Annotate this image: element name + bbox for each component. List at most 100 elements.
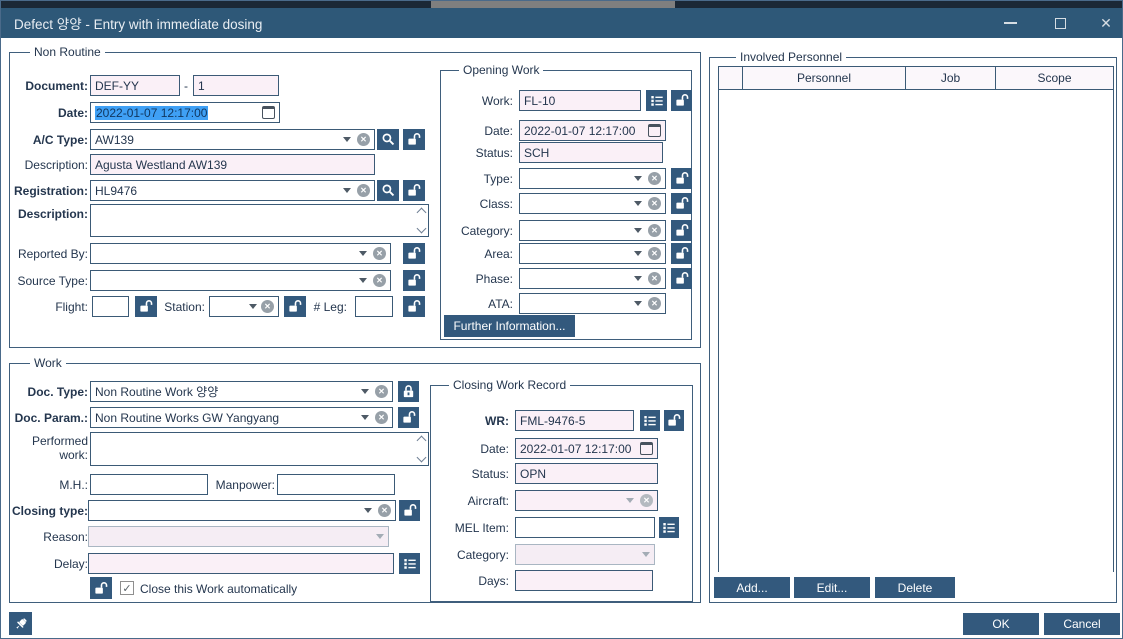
maximize-button[interactable] <box>1044 8 1076 38</box>
days-field[interactable] <box>515 570 653 591</box>
ok-button[interactable]: OK <box>963 613 1039 635</box>
chevron-down-icon[interactable] <box>361 415 369 420</box>
scroll-up-icon[interactable] <box>417 436 427 446</box>
doc-type-combobox[interactable]: Non Routine Work 양양 <box>90 381 393 402</box>
closing-date-field[interactable]: 2022-01-07 12:17:00 <box>515 438 658 459</box>
clear-icon[interactable] <box>648 224 661 237</box>
scroll-down-icon[interactable] <box>417 453 427 463</box>
type-combobox[interactable] <box>519 168 666 189</box>
chevron-down-icon[interactable] <box>634 251 642 256</box>
auto-close-lock-button[interactable] <box>90 577 112 599</box>
doc-type-lock-button[interactable] <box>398 381 419 402</box>
ata-combobox[interactable] <box>519 293 666 314</box>
chevron-down-icon[interactable] <box>364 508 372 513</box>
station-lock-button[interactable] <box>284 296 306 317</box>
type-lock-button[interactable] <box>671 168 692 189</box>
leg-lock-button[interactable] <box>403 296 425 317</box>
chevron-down-icon[interactable] <box>359 251 367 256</box>
clear-icon[interactable] <box>648 297 661 310</box>
class-combobox[interactable] <box>519 193 666 214</box>
performed-work-textarea[interactable] <box>90 432 429 466</box>
mel-item-list-button[interactable] <box>659 517 679 538</box>
add-button[interactable]: Add... <box>714 577 790 598</box>
doc-param-combobox[interactable]: Non Routine Works GW Yangyang <box>90 407 393 428</box>
calendar-icon[interactable] <box>262 106 275 119</box>
closing-type-lock-button[interactable] <box>399 500 420 521</box>
registration-lock-button[interactable] <box>403 180 425 201</box>
registration-search-button[interactable] <box>377 180 399 201</box>
calendar-icon[interactable] <box>648 124 661 137</box>
flight-field[interactable] <box>92 296 129 317</box>
work-lock-button[interactable] <box>671 90 692 111</box>
chevron-down-icon[interactable] <box>361 389 369 394</box>
category-combobox[interactable] <box>519 220 666 241</box>
mel-item-field[interactable] <box>515 517 655 538</box>
scroll-down-icon[interactable] <box>417 224 427 234</box>
job-column-header[interactable]: Job <box>906 67 996 89</box>
chevron-down-icon[interactable] <box>634 276 642 281</box>
clear-icon[interactable] <box>378 504 391 517</box>
station-combobox[interactable] <box>209 296 279 317</box>
close-button[interactable] <box>1090 8 1122 38</box>
scroll-up-icon[interactable] <box>417 208 427 218</box>
area-lock-button[interactable] <box>671 243 692 264</box>
clear-icon[interactable] <box>648 172 661 185</box>
personnel-column-header[interactable]: Personnel <box>743 67 906 89</box>
scope-column-header[interactable]: Scope <box>996 67 1113 89</box>
mh-field[interactable] <box>90 474 208 495</box>
minimize-button[interactable] <box>994 8 1026 38</box>
flight-lock-button[interactable] <box>135 296 157 317</box>
class-lock-button[interactable] <box>671 193 692 214</box>
clear-icon[interactable] <box>648 197 661 210</box>
area-combobox[interactable] <box>519 243 666 264</box>
delete-button[interactable]: Delete <box>875 577 955 598</box>
delay-list-button[interactable] <box>399 553 420 574</box>
clear-icon[interactable] <box>373 274 386 287</box>
clear-icon[interactable] <box>375 411 388 424</box>
ac-type-search-button[interactable] <box>377 129 399 150</box>
chevron-down-icon[interactable] <box>634 176 642 181</box>
wr-field[interactable]: FML-9476-5 <box>515 410 634 431</box>
calendar-icon[interactable] <box>640 442 653 455</box>
chevron-down-icon[interactable] <box>343 188 351 193</box>
clear-icon[interactable] <box>373 247 386 260</box>
document-number-field[interactable]: 1 <box>193 75 279 96</box>
ac-type-lock-button[interactable] <box>403 129 425 150</box>
source-type-lock-button[interactable] <box>403 270 425 291</box>
personnel-table-body[interactable] <box>719 90 1113 573</box>
clear-icon[interactable] <box>261 300 274 313</box>
opening-date-field[interactable]: 2022-01-07 12:17:00 <box>519 120 666 141</box>
pin-button[interactable] <box>9 612 32 635</box>
clear-icon[interactable] <box>357 133 370 146</box>
ac-type-combobox[interactable]: AW139 <box>90 129 375 150</box>
document-prefix-field[interactable]: DEF-YY <box>90 75 180 96</box>
further-information-button[interactable]: Further Information... <box>444 315 575 337</box>
registration-combobox[interactable]: HL9476 <box>90 180 375 201</box>
work-list-button[interactable] <box>646 90 667 111</box>
clear-icon[interactable] <box>648 247 661 260</box>
wr-lock-button[interactable] <box>664 410 684 431</box>
chevron-down-icon[interactable] <box>343 137 351 142</box>
closing-type-combobox[interactable] <box>88 500 396 521</box>
work-field[interactable]: FL-10 <box>519 90 641 111</box>
chevron-down-icon[interactable] <box>359 278 367 283</box>
clear-icon[interactable] <box>648 272 661 285</box>
title-bar[interactable]: Defect 양양 - Entry with immediate dosing <box>1 8 1123 38</box>
chevron-down-icon[interactable] <box>634 201 642 206</box>
chevron-down-icon[interactable] <box>634 301 642 306</box>
date-field[interactable]: 2022-01-07 12:17:00 <box>90 102 280 123</box>
leg-field[interactable] <box>355 296 393 317</box>
description-textarea[interactable] <box>90 204 429 237</box>
edit-button[interactable]: Edit... <box>794 577 870 598</box>
reported-by-lock-button[interactable] <box>403 243 425 264</box>
clear-icon[interactable] <box>375 385 388 398</box>
chevron-down-icon[interactable] <box>634 228 642 233</box>
clear-icon[interactable] <box>357 184 370 197</box>
chevron-down-icon[interactable] <box>249 304 257 309</box>
wr-list-button[interactable] <box>640 410 660 431</box>
auto-close-checkbox[interactable] <box>120 581 134 595</box>
doc-param-lock-button[interactable] <box>398 407 419 428</box>
reported-by-combobox[interactable] <box>90 243 391 264</box>
category-lock-button[interactable] <box>671 220 692 241</box>
source-type-combobox[interactable] <box>90 270 391 291</box>
